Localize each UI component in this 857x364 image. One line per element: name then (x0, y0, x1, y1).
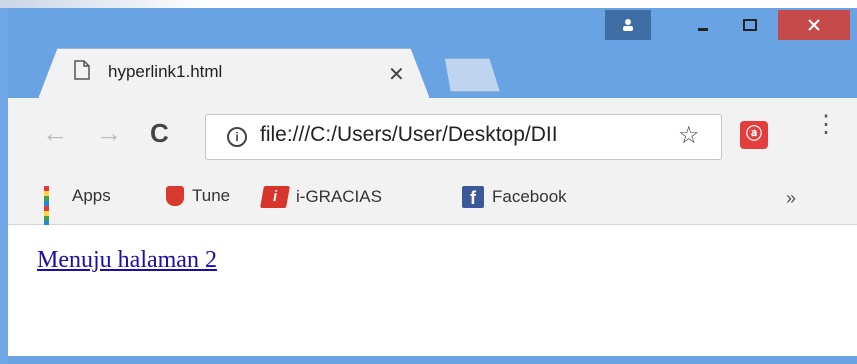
bookmark-label: Apps (72, 186, 111, 205)
address-text[interactable]: file:///C:/Users/User/Desktop/DII (260, 123, 680, 147)
bookmark-label: i-GRACIAS (296, 187, 382, 206)
tune-icon (166, 186, 184, 206)
user-button[interactable] (605, 10, 651, 40)
hyperlink-halaman-2[interactable]: Menuju halaman 2 (37, 247, 217, 274)
top-strip (0, 0, 857, 8)
bookmark-label: Tune (192, 186, 231, 205)
menu-icon[interactable]: ⋮ (814, 113, 838, 137)
window-bottom-border (8, 356, 857, 364)
extension-icon[interactable]: ⓐ (740, 121, 768, 149)
user-icon (623, 19, 633, 31)
info-icon[interactable]: i (227, 127, 247, 147)
bookmark-igracias[interactable]: i i-GRACIAS (260, 186, 382, 208)
facebook-icon: f (462, 186, 484, 208)
tab-title: hyperlink1.html (108, 62, 223, 81)
igracias-icon: i (260, 186, 290, 208)
bookmarks-more-button[interactable]: » (786, 188, 796, 209)
page-icon (74, 60, 90, 80)
minimize-icon (698, 28, 708, 31)
tab-close-icon[interactable]: ✕ (388, 62, 405, 87)
bookmarks-bar (8, 176, 857, 225)
bookmark-apps[interactable]: Apps (44, 186, 111, 231)
back-button[interactable]: ← (42, 118, 68, 148)
bookmark-facebook[interactable]: f Facebook (462, 186, 567, 208)
page-content (8, 225, 857, 356)
minimize-button[interactable] (680, 10, 726, 40)
maximize-icon (743, 19, 757, 31)
maximize-button[interactable] (727, 10, 773, 40)
apps-grid-icon (44, 186, 64, 231)
tab-hyperlink1[interactable] (38, 48, 430, 99)
top-strip-gradient (0, 0, 210, 8)
bookmark-star-icon[interactable]: ☆ (678, 121, 700, 150)
reload-button[interactable]: C (150, 118, 169, 148)
close-icon (808, 19, 820, 31)
bookmark-label: Facebook (492, 187, 567, 206)
bookmark-tune[interactable]: Tune (166, 186, 230, 206)
forward-button[interactable]: → (96, 118, 122, 148)
close-window-button[interactable] (778, 10, 850, 40)
